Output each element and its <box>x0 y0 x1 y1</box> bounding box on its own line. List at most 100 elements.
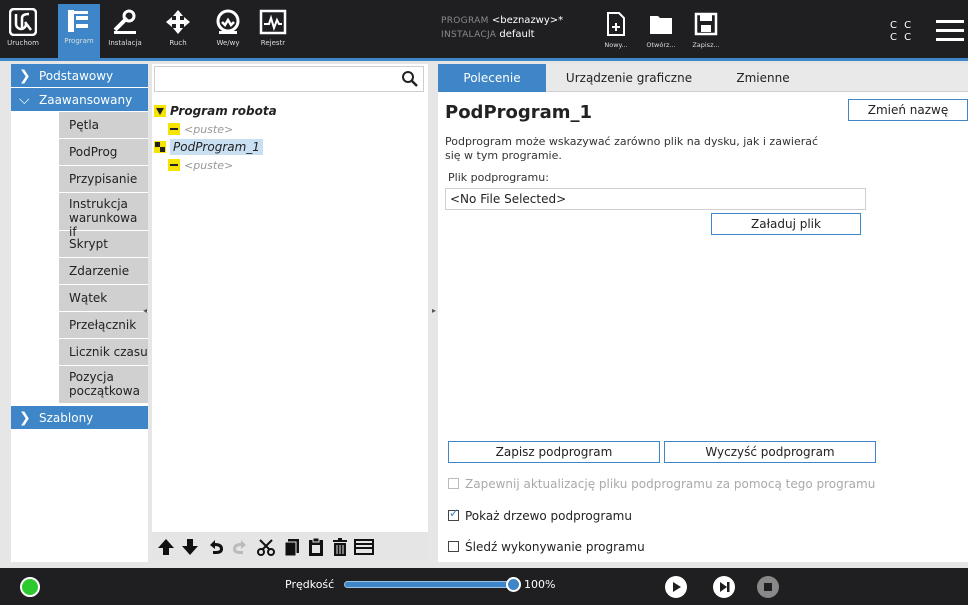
category-templates[interactable]: ❯ Szablony <box>11 406 148 430</box>
checkbox-unchecked-icon <box>448 478 459 489</box>
show-tree-checkbox[interactable]: Pokaż drzewo podprogramu <box>448 506 632 523</box>
move-tab[interactable]: Ruch <box>157 4 199 58</box>
command-panel: Polecenie Urządzenie graficzne Zmienne P… <box>438 64 968 562</box>
save-subprogram-button[interactable]: Zapisz podprogram <box>448 441 660 463</box>
nav-item-event[interactable]: Zdarzenie <box>59 258 148 285</box>
installation-key: INSTALACJA <box>441 30 497 40</box>
category-advanced-label: Zaawansowany <box>39 93 133 107</box>
follow-execution-checkbox[interactable]: Śledź wykonywanie programu <box>448 540 645 554</box>
delete-icon[interactable] <box>330 537 350 557</box>
cc-indicator: C C C C <box>890 20 913 44</box>
new-button[interactable]: Nowy... <box>598 12 634 58</box>
category-basic[interactable]: ❯ Podstawowy <box>11 64 148 88</box>
subprogram-title: PodProgram_1 <box>445 102 593 123</box>
program-info: PROGRAM <beznazwy>* INSTALACJA default <box>441 14 563 42</box>
tree-node-root[interactable]: Program robota <box>154 104 277 118</box>
run-tab[interactable]: Uruchom <box>2 4 44 58</box>
clear-subprogram-button[interactable]: Wyczyść podprogram <box>664 441 876 463</box>
subprogram-icon <box>154 141 166 153</box>
top-bar: Uruchom Program Instalacja Ruch We/wy Re… <box>0 0 968 60</box>
left-nav: ❯ Podstawowy ⌵ Zaawansowany Pętla PodPro… <box>11 64 148 562</box>
tree-node-subprogram-empty[interactable]: <puste> <box>168 158 233 172</box>
nav-item-assignment[interactable]: Przypisanie <box>59 166 148 193</box>
program-tab-label: Program <box>64 37 94 45</box>
show-tree-label: Pokaż drzewo podprogramu <box>465 509 632 523</box>
tab-variables[interactable]: Zmienne <box>718 64 808 92</box>
cc-line-1: C C <box>890 20 914 31</box>
speed-value: 100% <box>524 578 556 591</box>
file-field: <No File Selected> <box>445 188 866 210</box>
move-down-icon[interactable] <box>180 537 200 557</box>
left-splitter-handle[interactable]: ◂ <box>143 306 149 316</box>
nav-item-if[interactable]: Instrukcja warunkowa if <box>59 193 148 239</box>
step-button[interactable] <box>713 576 735 598</box>
open-button[interactable]: Otwórz... <box>643 12 679 58</box>
speed-slider-handle[interactable] <box>506 577 521 592</box>
run-tab-label: Uruchom <box>7 39 39 47</box>
save-icon <box>694 12 718 36</box>
nav-item-loop[interactable]: Pętla <box>59 112 148 139</box>
program-tab[interactable]: Program <box>58 4 100 58</box>
follow-execution-label: Śledź wykonywanie programu <box>465 540 645 554</box>
collapse-triangle-icon[interactable] <box>154 105 166 117</box>
tab-command[interactable]: Polecenie <box>438 64 546 92</box>
installation-tab[interactable]: Instalacja <box>104 4 146 58</box>
play-icon <box>673 582 681 592</box>
io-tab[interactable]: We/wy <box>207 4 249 58</box>
cut-icon[interactable] <box>256 537 276 557</box>
save-button[interactable]: Zapisz... <box>688 12 724 58</box>
tree-root-label: Program robota <box>170 104 277 118</box>
description-line-1: Podprogram może wskazywać zarówno plik n… <box>445 135 819 148</box>
speed-slider[interactable] <box>344 581 514 588</box>
nav-item-thread[interactable]: Wątek <box>59 285 148 312</box>
nav-item-script[interactable]: Skrypt <box>59 231 148 258</box>
search-icon[interactable] <box>401 70 419 88</box>
chevron-down-icon: ⌵ <box>19 92 30 108</box>
load-file-button[interactable]: Załaduj plik <box>711 213 861 235</box>
log-tab[interactable]: Rejestr <box>252 4 294 58</box>
category-templates-label: Szablony <box>39 411 94 425</box>
move-up-icon[interactable] <box>156 537 176 557</box>
top-accent-line <box>0 58 968 61</box>
stop-button[interactable] <box>757 576 779 598</box>
nav-item-switch[interactable]: Przełącznik <box>59 312 148 339</box>
checkbox-checked-icon <box>448 506 459 521</box>
program-tree-panel: Program robota <puste> PodProgram_1 <pus… <box>152 64 428 562</box>
stop-icon <box>764 583 772 591</box>
empty-node-icon <box>168 123 180 135</box>
installation-icon <box>113 9 136 34</box>
menu-icon[interactable] <box>936 20 964 42</box>
file-label: Plik podprogramu: <box>448 171 549 184</box>
tree-node-empty[interactable]: <puste> <box>168 122 233 136</box>
undo-icon[interactable] <box>206 537 226 557</box>
paste-icon[interactable] <box>306 537 326 557</box>
cc-line-2: C C <box>890 32 914 43</box>
description-line-2: się w tym programie. <box>445 149 562 162</box>
log-icon <box>259 9 287 35</box>
redo-icon[interactable] <box>230 537 250 557</box>
chevron-right-icon: ❯ <box>19 410 31 426</box>
tree-search-field[interactable] <box>154 66 424 92</box>
bottom-bar: Prędkość 100% <box>0 568 968 605</box>
tree-node-subprogram[interactable]: PodProgram_1 <box>154 139 263 155</box>
nav-item-timer[interactable]: Licznik czasu <box>59 339 148 366</box>
play-button[interactable] <box>665 576 687 598</box>
folder-icon <box>650 16 672 34</box>
tree-subprogram-empty-label: <puste> <box>184 159 234 172</box>
tree-empty-label: <puste> <box>184 123 234 136</box>
suppress-icon[interactable] <box>354 537 374 557</box>
nav-item-subprogram[interactable]: PodProg <box>59 139 148 166</box>
power-button[interactable] <box>20 577 40 597</box>
move-tab-label: Ruch <box>169 39 187 47</box>
ur-logo-icon <box>9 8 37 36</box>
copy-icon[interactable] <box>282 537 302 557</box>
category-advanced[interactable]: ⌵ Zaawansowany <box>11 88 148 112</box>
keep-updated-checkbox[interactable]: Zapewnij aktualizację pliku podprogramu … <box>448 477 875 491</box>
rename-button[interactable]: Zmień nazwę <box>848 99 968 121</box>
installation-name: default <box>499 29 535 40</box>
tab-graphics[interactable]: Urządzenie graficzne <box>548 64 710 92</box>
command-tabs: Polecenie Urządzenie graficzne Zmienne <box>438 64 968 92</box>
log-tab-label: Rejestr <box>260 39 286 47</box>
save-button-label: Zapisz... <box>692 41 720 49</box>
nav-item-home[interactable]: Pozycja początkowa <box>59 366 148 404</box>
